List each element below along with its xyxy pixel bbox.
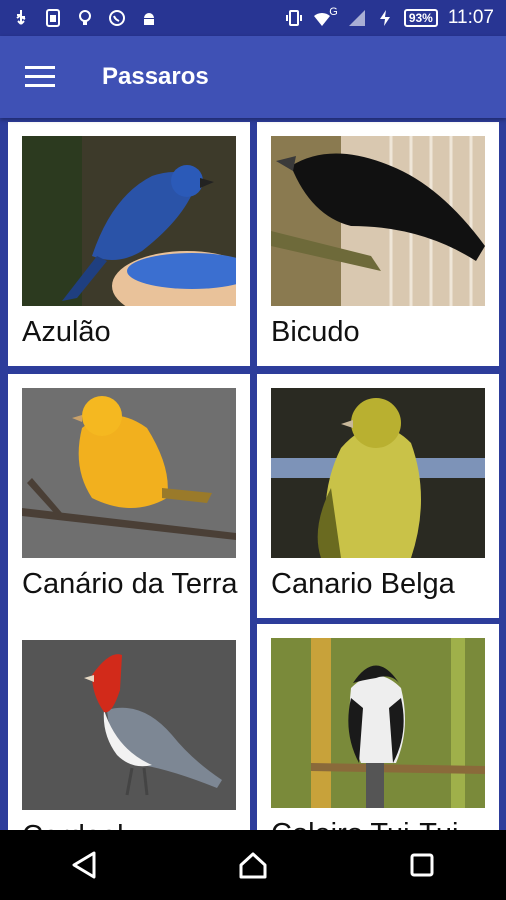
lightbulb-icon: [79, 10, 91, 25]
network-type: G: [329, 6, 338, 18]
yellow-green-canary-photo: [271, 388, 485, 558]
red-crested-cardinal-photo: [22, 640, 236, 810]
android-icon: [144, 13, 154, 25]
back-button[interactable]: [44, 835, 124, 895]
clock: 11:07: [447, 7, 494, 28]
yellow-canary-photo: [22, 388, 236, 558]
black-bird-photo: [271, 136, 485, 306]
battery-level: 93%: [403, 9, 438, 27]
bird-name: Coleiro Tui-Tui: [271, 816, 493, 830]
bird-card-coleiro-tui-tui[interactable]: Coleiro Tui-Tui: [257, 624, 499, 830]
bird-name: Azulão: [22, 316, 111, 348]
bird-card-canario-belga[interactable]: Canario Belga: [257, 374, 499, 618]
navigation-bar: [0, 830, 506, 900]
bird-name: Canário da Terra: [22, 568, 238, 600]
bird-card-bicudo[interactable]: Bicudo: [257, 122, 499, 366]
page-title: Passaros: [102, 63, 209, 90]
back-icon: [72, 851, 96, 879]
blue-bird-photo: [22, 136, 236, 306]
bird-name: Canario Belga: [271, 568, 455, 600]
charging-icon: [379, 10, 390, 26]
bird-card-azulao[interactable]: Azulão: [8, 122, 250, 366]
bird-name: Cardeal: [22, 818, 244, 830]
vibrate-icon: [286, 10, 303, 26]
bird-card-canario-da-terra[interactable]: Canário da Terra: [8, 374, 250, 630]
menu-button[interactable]: [0, 36, 80, 118]
bird-grid: Azulão Bicudo Canário da Terra Canario B…: [0, 118, 506, 830]
status-bar: G 93% 11:07: [0, 0, 506, 36]
home-button[interactable]: [213, 835, 293, 895]
sim-card-icon: [46, 9, 60, 27]
bird-name: Bicudo: [271, 316, 360, 348]
whatsapp-icon: [109, 10, 125, 26]
home-icon: [239, 852, 267, 879]
recents-icon: [410, 853, 434, 877]
hamburger-menu-icon: [25, 66, 55, 87]
app-bar: Passaros: [0, 36, 506, 118]
bird-card-cardeal[interactable]: Cardeal: [8, 626, 250, 830]
usb-icon: [16, 10, 26, 25]
signal-icon: [348, 10, 365, 26]
recents-button[interactable]: [382, 835, 462, 895]
black-white-bird-photo: [271, 638, 485, 808]
